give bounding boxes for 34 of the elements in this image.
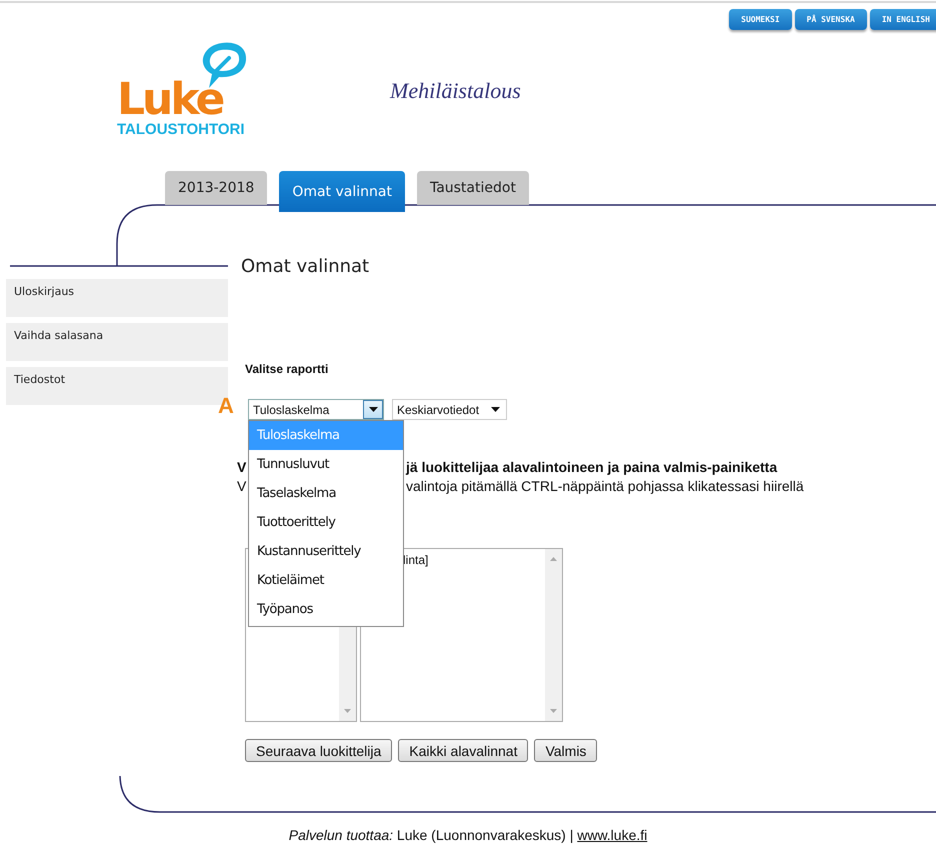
form-button[interactable]: Kaikki alavalinnat xyxy=(398,739,528,762)
report-label: Valitse raportti xyxy=(245,362,330,376)
caret-icon xyxy=(491,407,500,412)
instruction-text: valintoja pitämällä CTRL-näppäintä pohjassa klikatessasi hiirellä xyxy=(406,477,804,496)
footer-text: Palvelun tuottaa: Luke (Luonnonvarakeskus) | xyxy=(288,827,574,843)
form-button[interactable]: Valmis xyxy=(534,739,598,762)
sidebar-item[interactable]: Uloskirjaus xyxy=(6,279,228,317)
dropdown-option[interactable]: Tunnusluvut xyxy=(249,450,403,479)
dropdown-option[interactable]: Tuottoerittely xyxy=(249,508,403,537)
list-box[interactable]: linta] xyxy=(360,548,563,722)
sidebar-item[interactable]: Vaihda salasana xyxy=(6,323,228,361)
report-select[interactable]: Tuloslaskelma xyxy=(248,399,384,420)
list-item[interactable]: linta] xyxy=(403,553,545,567)
scroll-down-icon xyxy=(344,709,351,713)
instruction-text: V xyxy=(237,477,247,496)
scroll-up-icon xyxy=(550,557,557,561)
language-button[interactable]: PÅ SVENSKA xyxy=(794,9,867,30)
tab[interactable]: Omat valinnat xyxy=(279,171,405,212)
language-button[interactable]: SUOMEKSI xyxy=(729,9,792,30)
page-heading: Omat valinnat xyxy=(241,257,370,277)
language-button[interactable]: IN ENGLISH xyxy=(870,9,936,30)
scroll-down-icon xyxy=(550,709,557,713)
footer-link[interactable]: www.luke.fi xyxy=(577,827,648,843)
logo-wordmark: Luke xyxy=(117,82,222,118)
dropdown-option[interactable]: Taselaskelma xyxy=(249,479,403,508)
tab[interactable]: Taustatiedot xyxy=(416,171,529,205)
form-button[interactable]: Seuraava luokittelija xyxy=(245,739,392,762)
tab[interactable]: 2013-2018 xyxy=(165,171,268,205)
instruction-text: V xyxy=(237,458,247,477)
data-select[interactable]: Keskiarvotiedot xyxy=(392,399,508,420)
logo-subtitle: TALOUSTOHTORI xyxy=(117,121,246,138)
site-title: Mehiläistalous xyxy=(390,78,521,104)
caret-icon xyxy=(368,407,378,412)
instruction-text: jä luokittelijaa alavalintoineen ja paina valmis-painiketta xyxy=(406,458,778,477)
